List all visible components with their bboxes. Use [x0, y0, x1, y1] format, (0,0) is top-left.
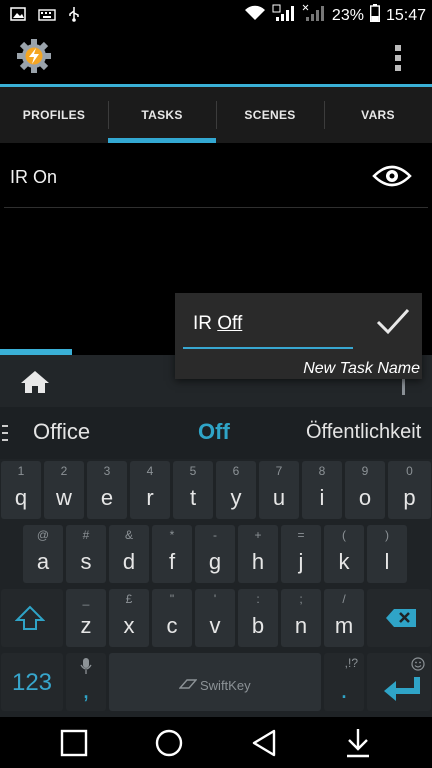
suggestion-3[interactable]: Öffentlichkeit: [306, 421, 421, 444]
home-nav-icon[interactable]: [154, 728, 184, 763]
tab-scenes[interactable]: SCENES: [216, 87, 324, 143]
key-k[interactable]: (k: [324, 525, 364, 583]
clock: 15:47: [385, 6, 426, 24]
numbers-mode-key[interactable]: 123: [1, 653, 63, 711]
tab-vars[interactable]: VARS: [324, 87, 432, 143]
signal-icon-1: [272, 4, 296, 27]
backspace-key[interactable]: [367, 589, 431, 647]
key-u[interactable]: 7u: [259, 461, 299, 519]
key-p[interactable]: 0p: [388, 461, 431, 519]
space-key[interactable]: SwiftKey: [109, 653, 321, 711]
backspace-icon: [385, 608, 417, 633]
key-a[interactable]: @ a: [23, 525, 63, 583]
key-g[interactable]: -g: [195, 525, 235, 583]
key-t[interactable]: 5t: [173, 461, 213, 519]
key-q[interactable]: 1q: [1, 461, 41, 519]
key-l[interactable]: ) l: [367, 525, 407, 583]
app-bar: [0, 30, 432, 84]
suggestion-bar: Office Off Öffentlichkeit: [0, 407, 432, 459]
shift-icon: [14, 605, 46, 636]
tab-profiles[interactable]: PROFILES: [0, 87, 108, 143]
key-v[interactable]: ' v: [195, 589, 235, 647]
tab-tasks[interactable]: TASKS: [108, 87, 216, 143]
suggestion-menu-icon[interactable]: [2, 424, 8, 447]
suggestion-2[interactable]: Off: [198, 419, 230, 445]
task-name-input-value: IR Off: [193, 313, 243, 334]
enter-icon: [383, 675, 423, 708]
status-bar: 23% 15:47: [0, 0, 432, 30]
dialog-hint-label: New Task Name: [303, 360, 420, 377]
task-name-input[interactable]: IR Off: [183, 305, 353, 349]
key-r[interactable]: 4r: [130, 461, 170, 519]
battery-icon: [369, 4, 380, 27]
key-b[interactable]: :b: [238, 589, 278, 647]
shift-key[interactable]: [1, 589, 63, 647]
key-d[interactable]: & d: [109, 525, 149, 583]
key-x[interactable]: £ x: [109, 589, 149, 647]
key-w[interactable]: 2w: [44, 461, 84, 519]
key-c[interactable]: " c: [152, 589, 192, 647]
tab-bar: PROFILES TASKS SCENES VARS: [0, 87, 432, 143]
key-i[interactable]: 8i: [302, 461, 342, 519]
signal-icon-2: [302, 4, 326, 27]
key-y[interactable]: 6y: [216, 461, 256, 519]
usb-icon: [68, 6, 80, 27]
composing-word: Off: [217, 313, 243, 334]
rename-task-dialog: IR Off New Task Name: [175, 293, 422, 379]
list-divider: [4, 207, 428, 208]
key-m[interactable]: / m: [324, 589, 364, 647]
key-h[interactable]: + h: [238, 525, 278, 583]
comma-key[interactable]: ,: [66, 653, 106, 711]
enter-key[interactable]: [367, 653, 431, 711]
key-e[interactable]: 3e: [87, 461, 127, 519]
confirm-check-icon[interactable]: [375, 307, 411, 337]
eye-icon[interactable]: [372, 164, 412, 193]
back-icon[interactable]: [250, 728, 278, 763]
keyboard-notification-icon: [38, 8, 56, 26]
key-n[interactable]: ; n: [281, 589, 321, 647]
task-name: IR On: [10, 167, 58, 187]
suggestion-1[interactable]: Office: [33, 419, 90, 445]
key-f[interactable]: * f: [152, 525, 192, 583]
battery-percent: 23%: [331, 6, 364, 24]
wifi-icon: [244, 5, 266, 26]
swiftkey-keyboard: Office Off Öffentlichkeit 1q 2w 3e 4r 5t…: [0, 355, 432, 717]
key-s[interactable]: # s: [66, 525, 106, 583]
task-list-item[interactable]: IR On: [0, 143, 432, 207]
overflow-menu-icon[interactable]: [394, 44, 402, 77]
key-o[interactable]: 9o: [345, 461, 385, 519]
swiftkey-logo-icon: [178, 678, 198, 693]
swiftkey-brand-label: SwiftKey: [200, 678, 251, 693]
navigation-bar: [0, 717, 432, 768]
period-key[interactable]: ,!? .: [324, 653, 364, 711]
image-notification-icon: [10, 7, 26, 26]
recent-apps-icon[interactable]: [60, 729, 88, 762]
hide-keyboard-icon[interactable]: [344, 727, 372, 764]
emoji-icon: [411, 657, 425, 676]
key-z[interactable]: _ z: [66, 589, 106, 647]
tasker-logo-icon[interactable]: [16, 38, 52, 79]
home-icon[interactable]: [20, 370, 50, 399]
key-j[interactable]: = j: [281, 525, 321, 583]
